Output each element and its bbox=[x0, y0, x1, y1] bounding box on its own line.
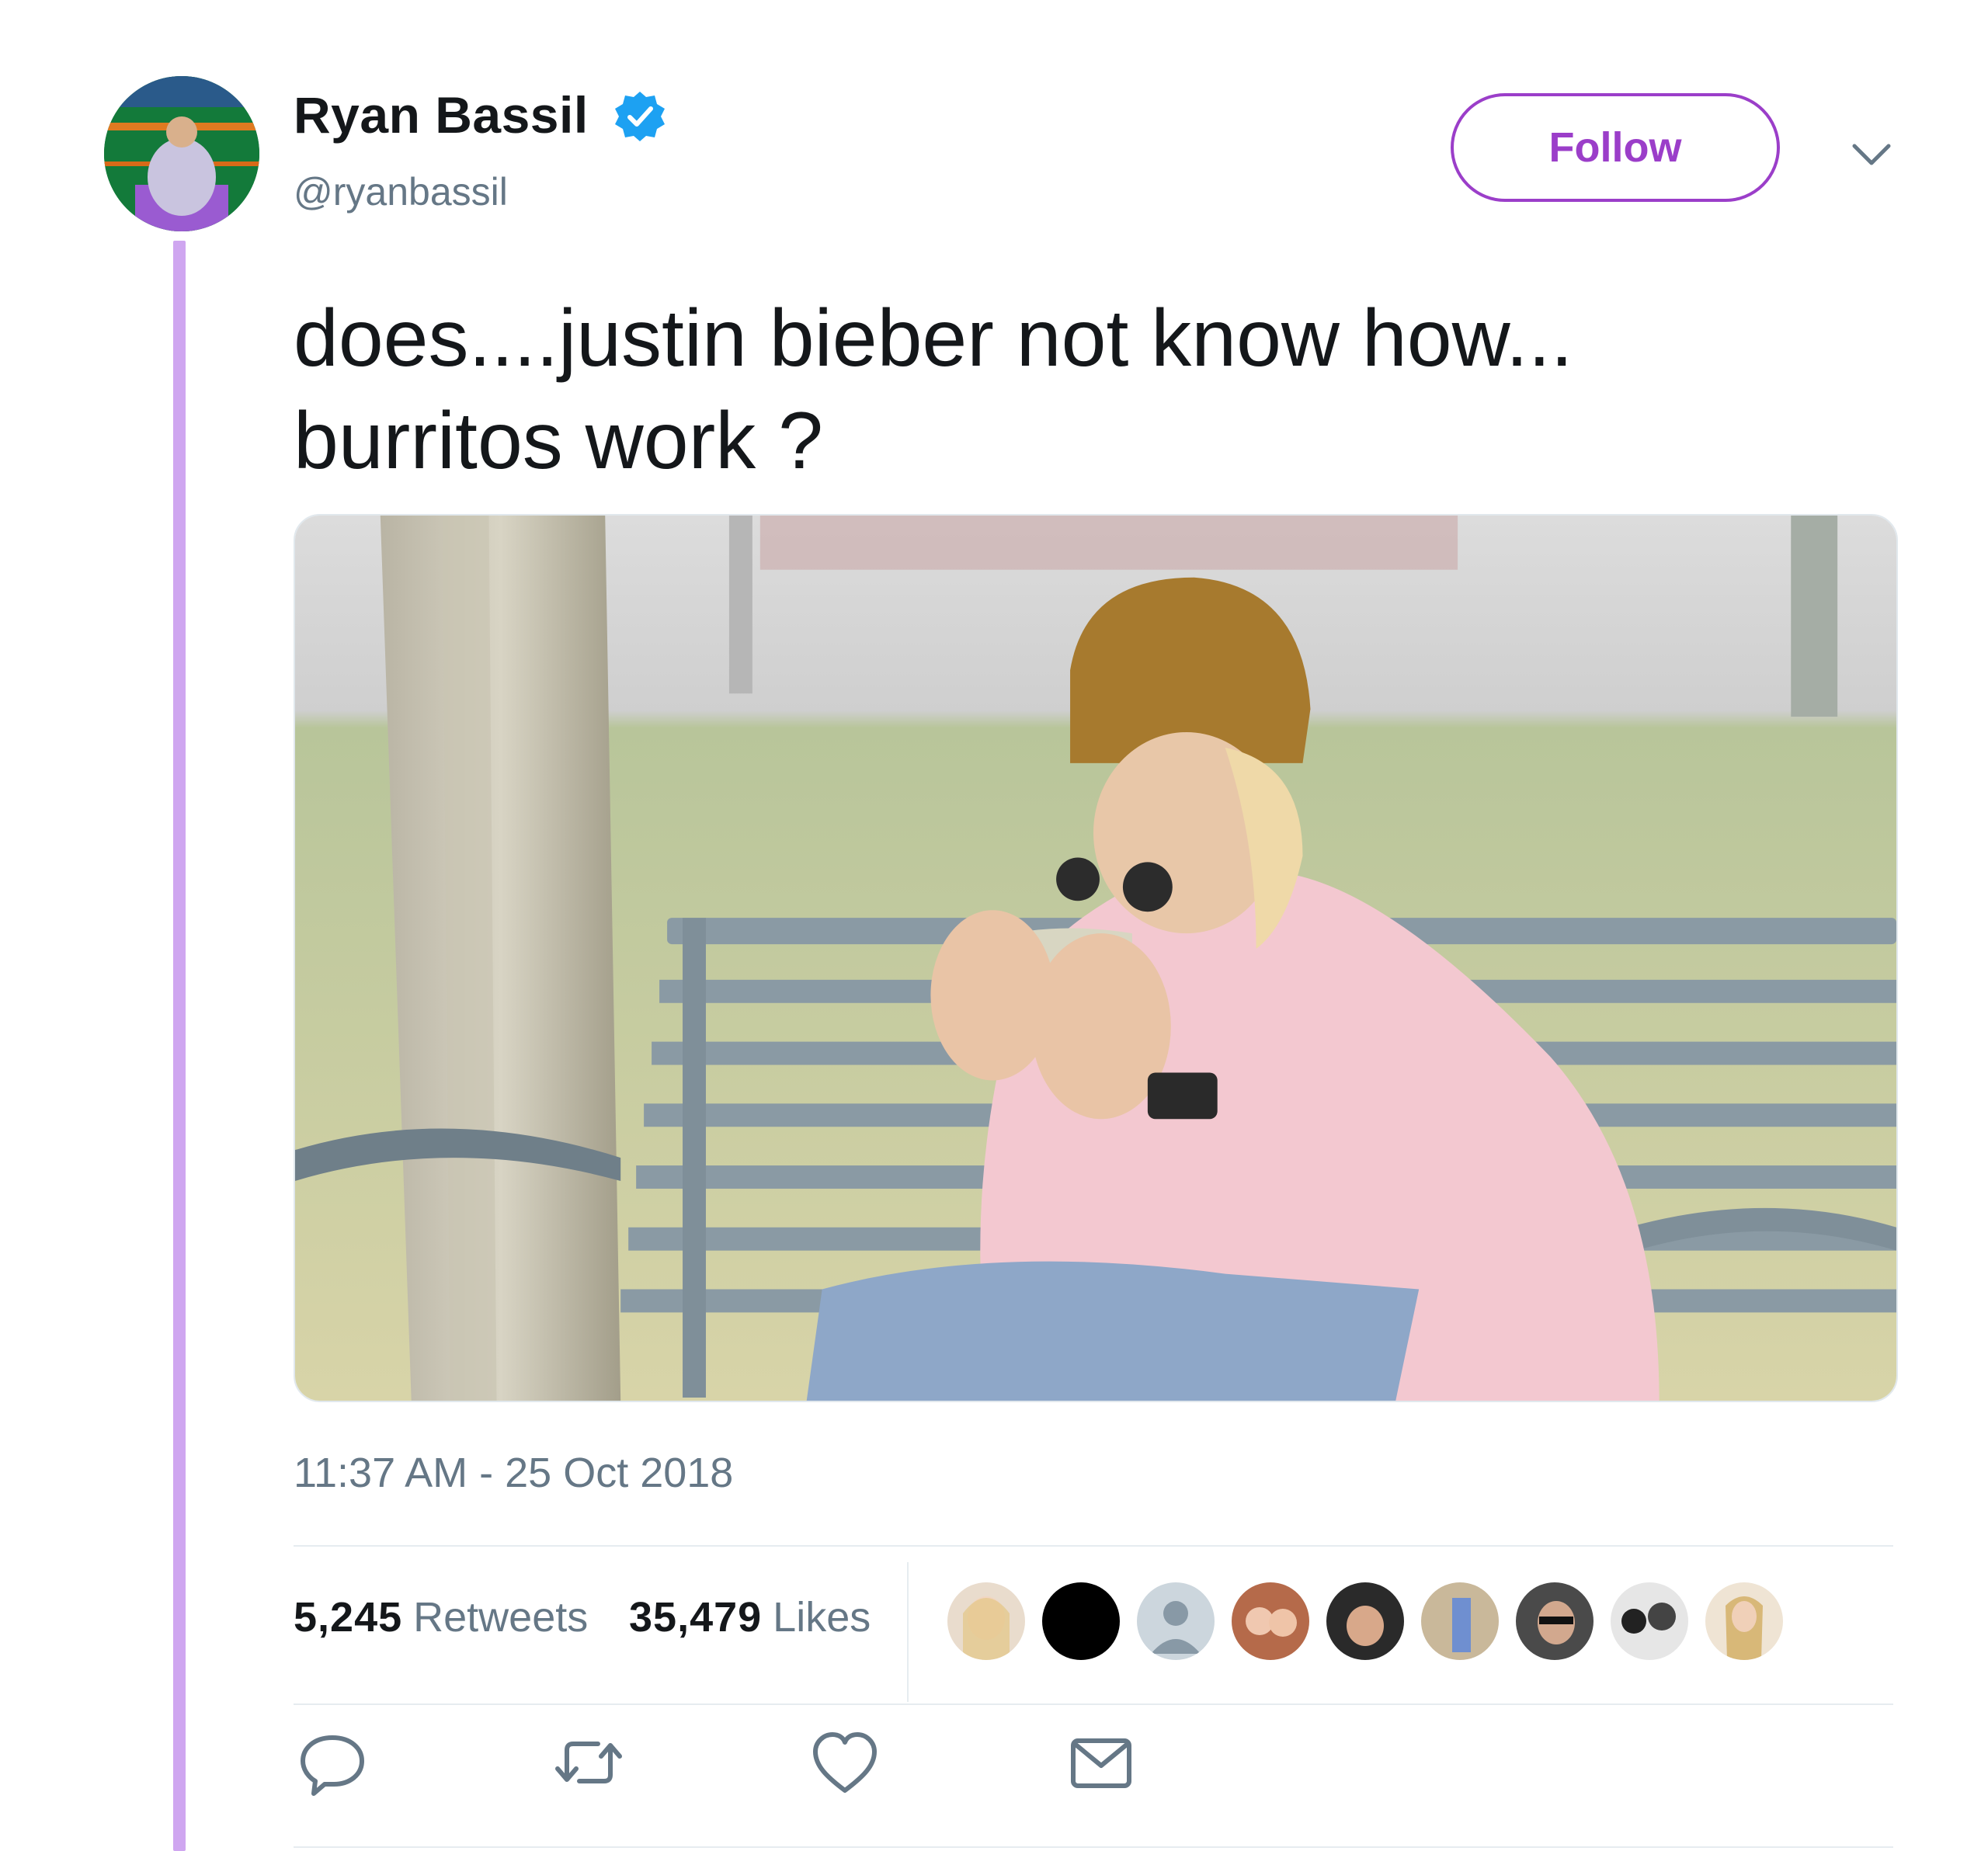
tweet-stats: 5,245 Retweets 35,479 Likes bbox=[294, 1562, 1893, 1702]
liker-avatar[interactable] bbox=[1421, 1582, 1499, 1660]
liker-avatar[interactable] bbox=[1516, 1582, 1594, 1660]
retweets-label: Retweets bbox=[413, 1594, 589, 1641]
tweet-text: does....justin bieber not know how... bu… bbox=[294, 287, 1893, 492]
message-icon[interactable] bbox=[1062, 1724, 1140, 1801]
retweet-icon[interactable] bbox=[550, 1724, 627, 1801]
divider bbox=[294, 1545, 1893, 1547]
follow-button[interactable]: Follow bbox=[1451, 93, 1780, 202]
chevron-down-icon[interactable] bbox=[1850, 140, 1893, 171]
liker-avatar[interactable] bbox=[1232, 1582, 1309, 1660]
verified-badge-icon bbox=[613, 90, 666, 143]
liker-avatar[interactable] bbox=[1326, 1582, 1404, 1660]
author-avatar[interactable] bbox=[104, 76, 259, 231]
divider bbox=[294, 1703, 1893, 1705]
stats-separator bbox=[907, 1562, 909, 1702]
tweet-text-line: burritos work ? bbox=[294, 396, 823, 486]
tweet-text-line: does....justin bieber not know how... bbox=[294, 293, 1573, 384]
like-icon[interactable] bbox=[806, 1724, 884, 1801]
author-display-name[interactable]: Ryan Bassil bbox=[294, 85, 589, 144]
likes-label: Likes bbox=[773, 1594, 871, 1641]
likes-count: 35,479 bbox=[629, 1594, 763, 1641]
retweets-count: 5,245 bbox=[294, 1594, 403, 1641]
thread-line bbox=[173, 241, 186, 1851]
tweet-card: Ryan Bassil @ryanbassil Follow does....j… bbox=[0, 0, 1988, 1851]
liker-avatar[interactable] bbox=[947, 1582, 1025, 1660]
liker-avatar[interactable] bbox=[1611, 1582, 1688, 1660]
liker-avatar[interactable] bbox=[1042, 1582, 1120, 1660]
reply-icon[interactable] bbox=[294, 1724, 371, 1801]
likes-stat[interactable]: 35,479 Likes bbox=[629, 1593, 871, 1641]
liker-avatar[interactable] bbox=[1137, 1582, 1215, 1660]
divider bbox=[294, 1846, 1893, 1848]
retweets-stat[interactable]: 5,245 Retweets bbox=[294, 1593, 588, 1641]
tweet-timestamp[interactable]: 11:37 AM - 25 Oct 2018 bbox=[294, 1449, 733, 1497]
tweet-actions bbox=[294, 1724, 1893, 1817]
author-handle[interactable]: @ryanbassil bbox=[294, 169, 508, 214]
tweet-photo[interactable] bbox=[294, 514, 1898, 1402]
liker-avatar[interactable] bbox=[1705, 1582, 1783, 1660]
